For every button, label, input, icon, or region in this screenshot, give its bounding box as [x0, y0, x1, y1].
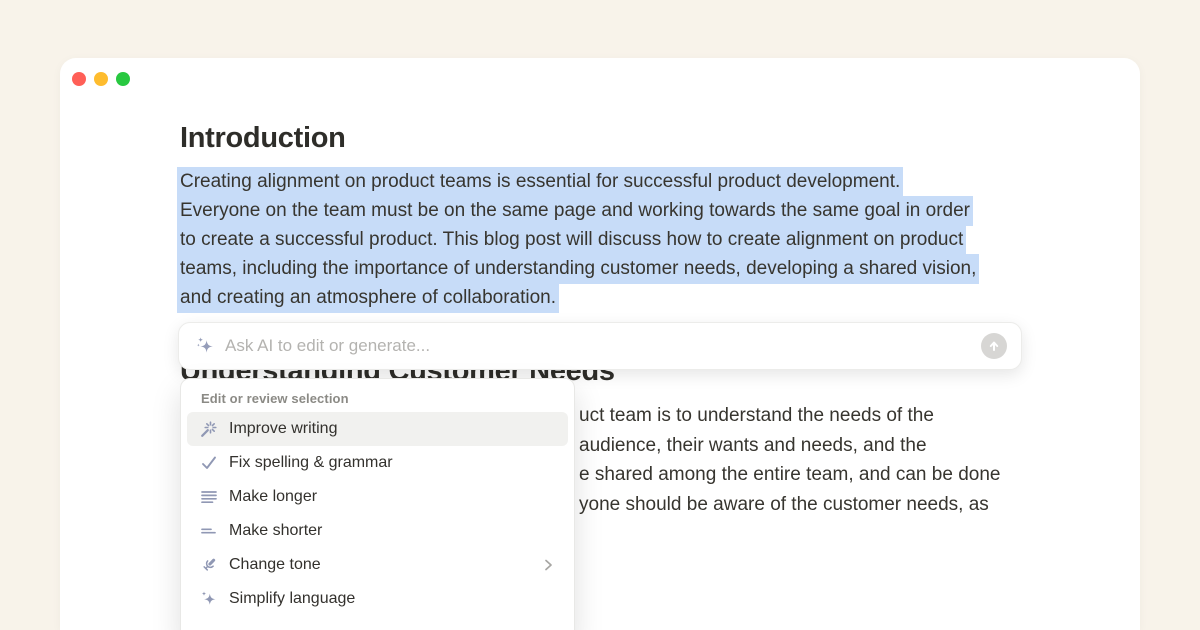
background-line: e shared among the entire team, and can …: [579, 460, 1000, 490]
background-line: audience, their wants and needs, and the: [579, 431, 1000, 461]
close-button[interactable]: [72, 72, 86, 86]
check-icon: [199, 453, 219, 473]
page-title[interactable]: Introduction: [180, 122, 346, 155]
menu-item-simplify-language[interactable]: Simplify language: [187, 582, 568, 616]
selected-paragraph[interactable]: Creating alignment on product teams is e…: [177, 167, 979, 312]
selection-line: and creating an atmosphere of collaborat…: [177, 283, 979, 312]
menu-item-label: Improve writing: [229, 420, 556, 438]
menu-item-label: Simplify language: [229, 590, 556, 608]
menu-item-make-longer[interactable]: Make longer: [187, 480, 568, 514]
microphone-icon: [199, 555, 219, 575]
background-line: yone should be aware of the customer nee…: [579, 490, 1000, 520]
arrow-up-icon: [986, 338, 1002, 354]
menu-item-label: Make longer: [229, 488, 556, 506]
minimize-button[interactable]: [94, 72, 108, 86]
menu-section-header: Edit or review selection: [201, 391, 568, 406]
zoom-button[interactable]: [116, 72, 130, 86]
ai-input-bar[interactable]: [178, 322, 1022, 370]
sparkle-icon: [199, 589, 219, 609]
menu-item-label: Fix spelling & grammar: [229, 454, 556, 472]
selection-line: Creating alignment on product teams is e…: [177, 167, 979, 196]
menu-item-fix-spelling-grammar[interactable]: Fix spelling & grammar: [187, 446, 568, 480]
menu-item-label: Make shorter: [229, 522, 556, 540]
selection-line: Everyone on the team must be on the same…: [177, 196, 979, 225]
ai-action-menu: Edit or review selection Improve writing…: [180, 378, 575, 630]
improve-writing-icon: [199, 419, 219, 439]
menu-item-change-tone[interactable]: Change tone: [187, 548, 568, 582]
selection-line: to create a successful product. This blo…: [177, 225, 979, 254]
submit-button[interactable]: [981, 333, 1007, 359]
background-paragraph[interactable]: uct team is to understand the needs of t…: [579, 401, 1000, 519]
background-line: uct team is to understand the needs of t…: [579, 401, 1000, 431]
chevron-right-icon: [540, 557, 556, 573]
menu-item-make-shorter[interactable]: Make shorter: [187, 514, 568, 548]
lines-four-icon: [199, 487, 219, 507]
traffic-lights: [72, 72, 130, 86]
menu-item-label: Change tone: [229, 556, 540, 574]
lines-two-icon: [199, 521, 219, 541]
menu-item-improve-writing[interactable]: Improve writing: [187, 412, 568, 446]
ai-sparkle-icon: [195, 335, 217, 357]
ai-prompt-input[interactable]: [225, 336, 981, 356]
selection-line: teams, including the importance of under…: [177, 254, 979, 283]
